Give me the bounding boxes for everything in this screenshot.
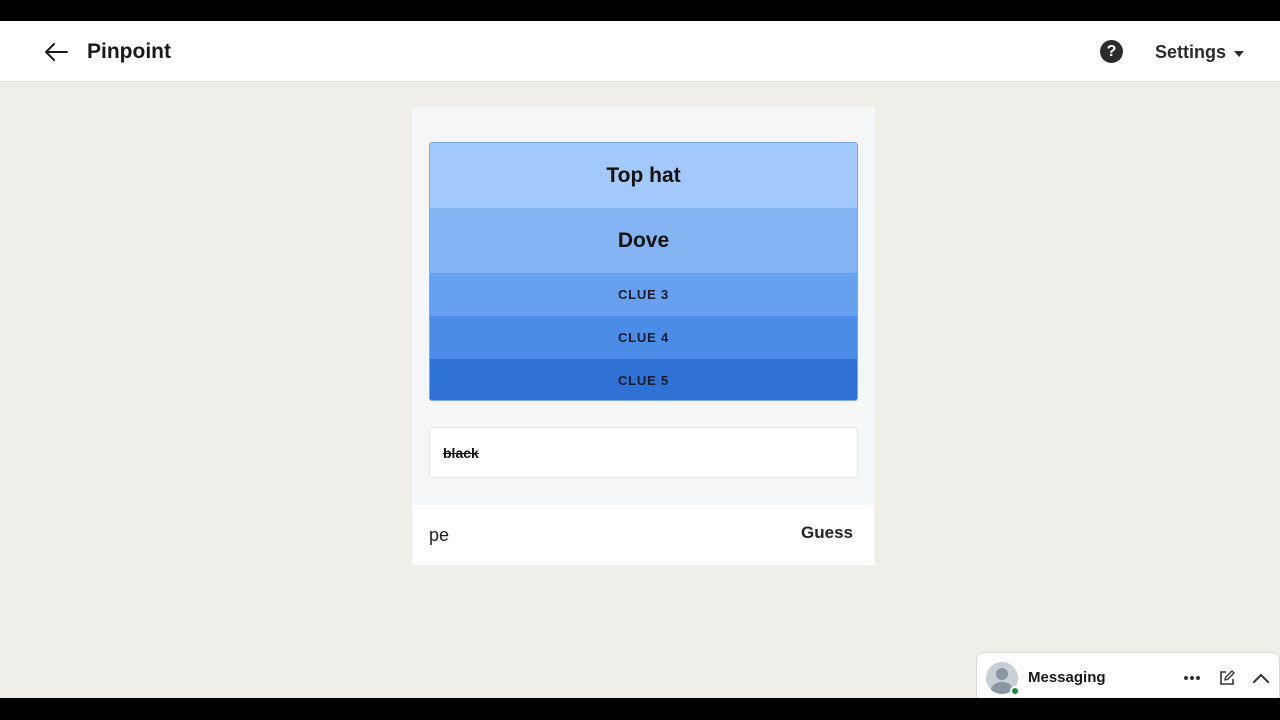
game-card: Top hat Dove CLUE 3 CLUE 4 CLUE 5 black … [412,107,875,565]
clue-4: CLUE 4 [430,316,857,359]
messaging-title: Messaging [1028,669,1106,686]
avatar-head-shape [996,668,1008,680]
question-mark-icon: ? [1106,42,1117,60]
chevron-up-icon [1253,674,1269,683]
messaging-bar[interactable]: Messaging [976,652,1280,698]
compose-message-button[interactable] [1216,667,1238,689]
more-options-button[interactable] [1181,667,1203,689]
clue-stack: Top hat Dove CLUE 3 CLUE 4 CLUE 5 [429,142,858,401]
expand-messaging-button[interactable] [1250,667,1272,689]
clue-1-label: Top hat [606,163,681,187]
arrow-left-icon [45,43,68,61]
caret-down-icon [1234,50,1245,57]
page-title: Pinpoint [87,40,171,63]
back-button[interactable] [38,35,74,69]
compose-icon [1220,670,1235,685]
online-status-icon [1010,686,1020,696]
app-viewport: Pinpoint ? Settings Top hat Dove CLUE 3 … [0,21,1280,698]
guess-input[interactable] [429,521,789,549]
clue-5: CLUE 5 [430,359,857,400]
clue-3: CLUE 3 [430,273,857,316]
clue-2-label: Dove [617,228,670,252]
guess-history: black [429,427,858,478]
help-button[interactable]: ? [1100,40,1123,63]
clue-3-label: CLUE 3 [617,287,670,302]
ellipsis-icon [1184,676,1200,680]
wrong-guess: black [443,444,479,461]
top-header: Pinpoint ? Settings [0,21,1280,82]
guess-input-row: Guess [412,505,875,565]
guess-button[interactable]: Guess [801,523,853,543]
clue-2: Dove [430,208,857,273]
clue-5-label: CLUE 5 [617,373,670,388]
clue-1: Top hat [430,143,857,208]
settings-dropdown[interactable]: Settings [1155,42,1245,63]
settings-label: Settings [1155,42,1227,62]
clue-4-label: CLUE 4 [617,330,670,345]
